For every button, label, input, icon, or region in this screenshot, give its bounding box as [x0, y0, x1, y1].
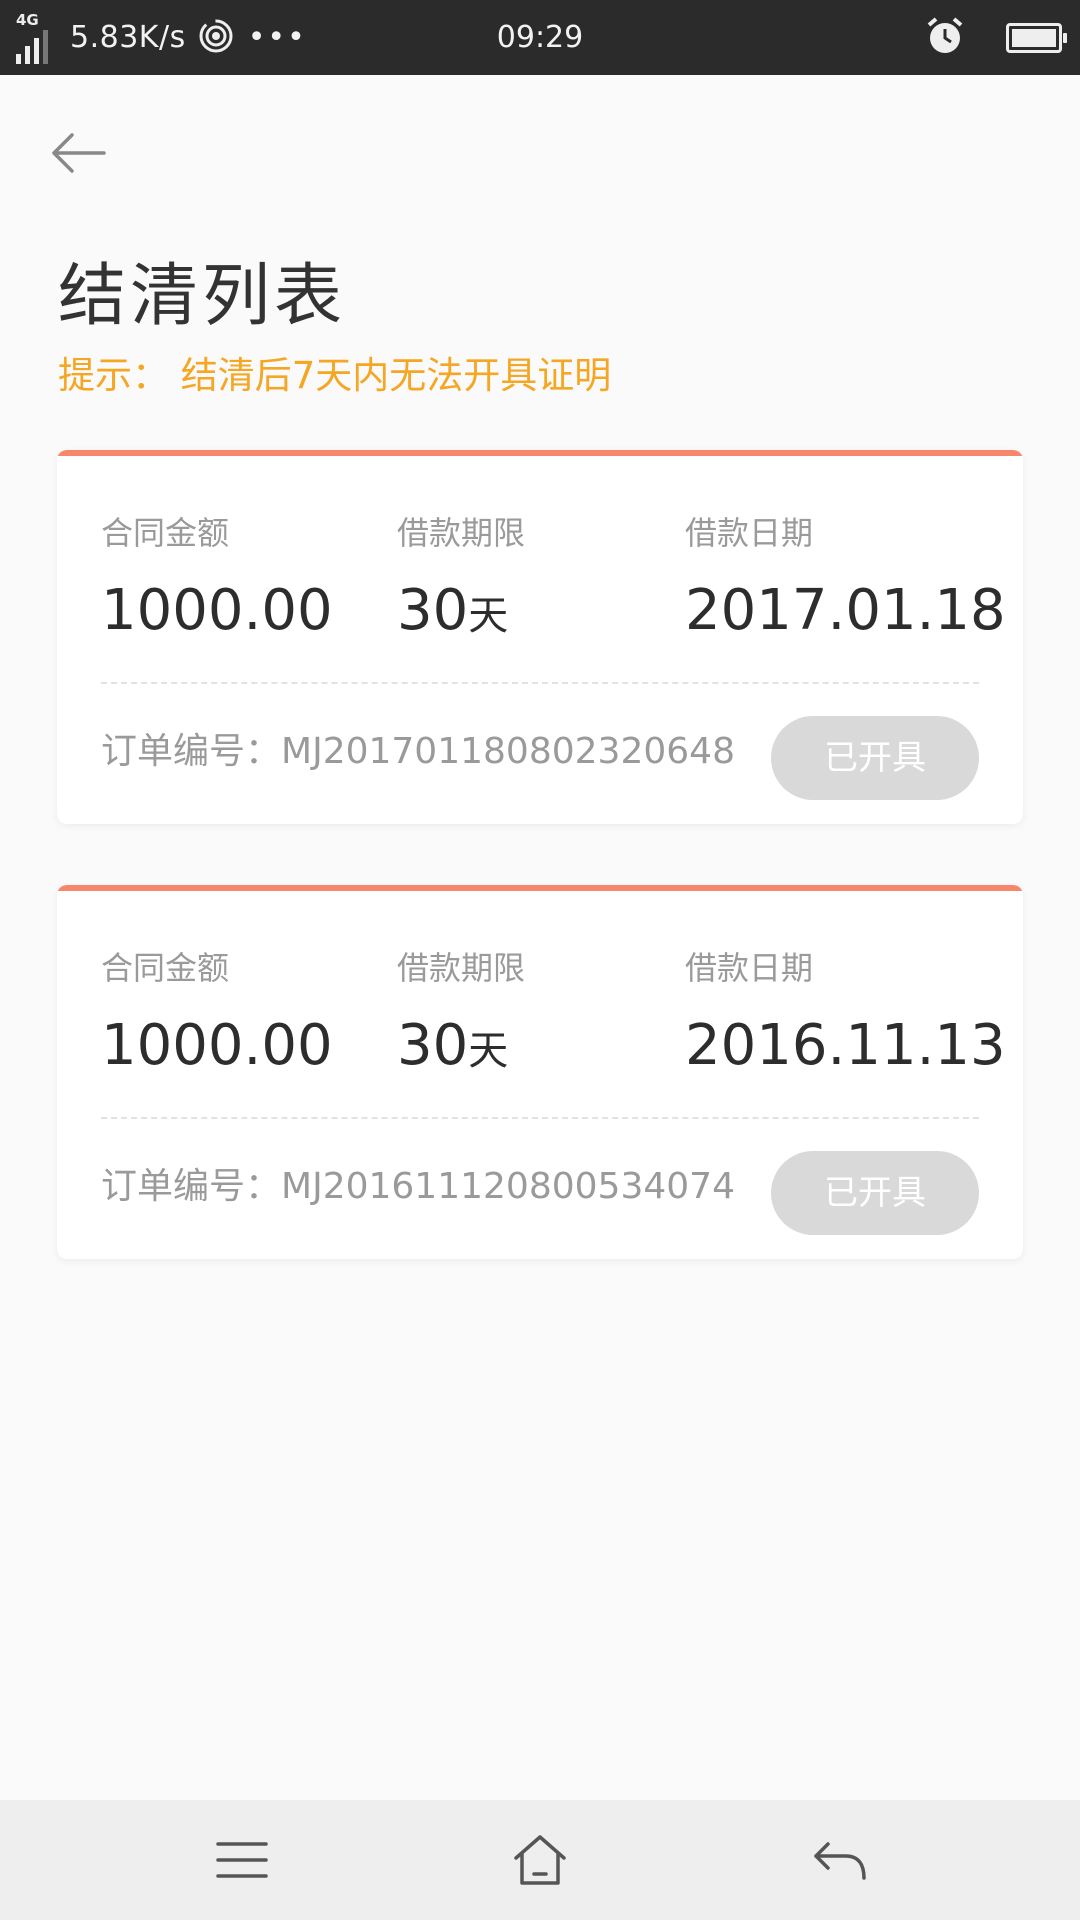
term-number: 30 — [397, 578, 469, 643]
term-unit: 天 — [468, 1028, 509, 1074]
status-bar: 4G 5.83K/s ••• 09:29 — [0, 0, 1080, 75]
home-button[interactable] — [480, 1800, 600, 1920]
settlement-card: 合同金额 借款期限 借款日期 1000.00 30天 2017.01.18 订单… — [57, 450, 1023, 824]
order-label: 订单编号： — [101, 1166, 282, 1207]
order-number: 订单编号：MJ201701180802320648 — [101, 722, 735, 774]
term-label: 借款期限 — [397, 514, 526, 552]
amount-label: 合同金额 — [101, 949, 230, 987]
menu-icon — [216, 1842, 268, 1878]
issued-button[interactable]: 已开具 — [771, 716, 979, 800]
card-accent-line — [57, 450, 1023, 456]
date-value: 2016.11.13 — [685, 1013, 1006, 1078]
page-title: 结清列表 — [58, 257, 347, 336]
term-value: 30天 — [397, 578, 508, 643]
hint-text: 提示： 结清后7天内无法开具证明 — [58, 354, 612, 397]
date-label: 借款日期 — [685, 949, 814, 987]
amount-label: 合同金额 — [101, 514, 230, 552]
menu-button[interactable] — [182, 1800, 302, 1920]
order-value: MJ201611120800534074 — [281, 1166, 735, 1207]
term-value: 30天 — [397, 1013, 508, 1078]
back-nav-button[interactable] — [780, 1800, 900, 1920]
date-label: 借款日期 — [685, 514, 814, 552]
settlement-card: 合同金额 借款期限 借款日期 1000.00 30天 2016.11.13 订单… — [57, 885, 1023, 1259]
back-icon — [814, 1842, 866, 1880]
system-nav-bar — [0, 1800, 1080, 1920]
home-icon — [514, 1835, 566, 1885]
dashed-divider — [101, 1117, 979, 1119]
term-number: 30 — [397, 1013, 469, 1078]
date-value: 2017.01.18 — [685, 578, 1006, 643]
dashed-divider — [101, 682, 979, 684]
order-number: 订单编号：MJ201611120800534074 — [101, 1157, 735, 1209]
order-label: 订单编号： — [101, 731, 282, 772]
arrow-left-icon — [52, 133, 106, 173]
back-button[interactable] — [50, 125, 114, 181]
alarm-icon — [924, 15, 966, 61]
amount-value: 1000.00 — [101, 1013, 333, 1078]
card-accent-line — [57, 885, 1023, 891]
order-value: MJ201701180802320648 — [281, 731, 735, 772]
clock: 09:29 — [496, 20, 584, 55]
term-unit: 天 — [468, 593, 509, 639]
issued-button[interactable]: 已开具 — [771, 1151, 979, 1235]
term-label: 借款期限 — [397, 949, 526, 987]
battery-icon — [1006, 22, 1067, 53]
amount-value: 1000.00 — [101, 578, 333, 643]
status-right — [924, 0, 1067, 75]
